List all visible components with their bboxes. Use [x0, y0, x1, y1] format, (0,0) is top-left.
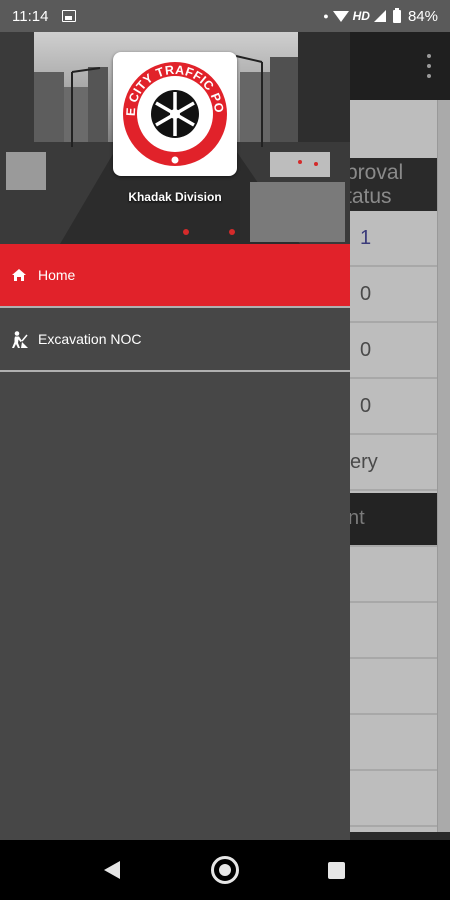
overflow-menu-icon[interactable]: [426, 54, 432, 78]
image-icon: [62, 10, 77, 22]
nav-item-home[interactable]: Home: [0, 244, 350, 308]
scrollbar[interactable]: [437, 100, 450, 840]
system-navigation-bar: [0, 840, 450, 900]
back-icon[interactable]: [104, 861, 120, 879]
nav-item-label: Home: [38, 267, 76, 283]
drawer-header: PUNE CITY TRAFFIC POLICE Khadak Division: [0, 32, 350, 244]
row-value: ery: [350, 451, 378, 473]
header-line-1: proval: [346, 161, 404, 184]
row-value: 0: [360, 283, 372, 305]
nav-item-label: Excavation NOC: [38, 331, 142, 347]
wifi-icon: [332, 10, 349, 22]
battery-icon: [392, 7, 401, 23]
row-value: 0: [360, 339, 372, 361]
division-label: Khadak Division: [128, 190, 222, 204]
status-time: 11:14: [12, 7, 49, 25]
excavation-icon: [10, 330, 28, 348]
home-button-icon[interactable]: [211, 856, 239, 884]
network-type: HD: [352, 9, 370, 23]
home-icon: [10, 266, 28, 284]
signal-icon: [373, 10, 386, 22]
nav-item-excavation-noc[interactable]: Excavation NOC: [0, 308, 350, 372]
traffic-police-logo: PUNE CITY TRAFFIC POLICE: [113, 52, 237, 176]
recents-icon[interactable]: [328, 862, 345, 879]
status-bar: 11:14 ● HD 84%: [0, 0, 450, 32]
section-label: nt: [348, 507, 365, 529]
navigation-drawer: PUNE CITY TRAFFIC POLICE Khadak Division…: [0, 32, 350, 840]
header-line-2: tatus: [346, 185, 392, 208]
row-value: 0: [360, 395, 372, 417]
row-value[interactable]: 1: [360, 227, 371, 250]
battery-percent: 84%: [407, 7, 438, 25]
dot-icon: ●: [323, 11, 329, 21]
status-indicators: ● HD 84%: [323, 7, 438, 25]
